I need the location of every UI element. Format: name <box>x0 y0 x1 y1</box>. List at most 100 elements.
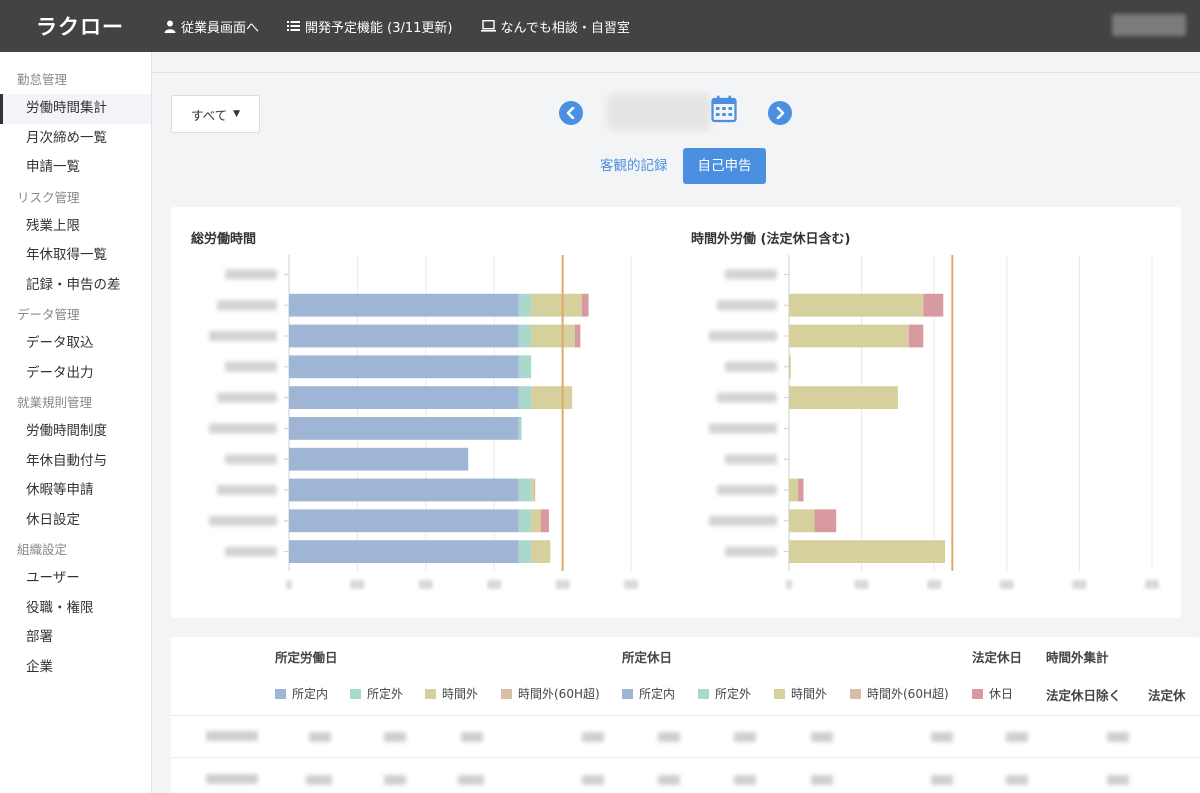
total-bar-segment <box>581 293 589 317</box>
main-content: すべて ▼ 客観的記録 自己申告 総労働時間 時間外労働 (法定休日含む) 所定… <box>152 52 1200 793</box>
next-month-button[interactable] <box>768 101 792 125</box>
legend-swatch <box>501 688 512 699</box>
tab-objective-record[interactable]: 客観的記録 <box>600 148 668 184</box>
table-cell <box>734 732 756 742</box>
overtime-category-label <box>725 546 777 557</box>
sidebar-item-overtime-limit[interactable]: 残業上限 <box>0 212 151 242</box>
app-logo[interactable]: ラクロー <box>36 11 164 41</box>
sidebar-item-data-export[interactable]: データ出力 <box>0 359 151 389</box>
total-bar-segment <box>289 540 519 563</box>
table-row[interactable] <box>171 758 1200 793</box>
overtime-bar-segment <box>789 386 898 409</box>
sidebar-item-paid-leave[interactable]: 年休取得一覧 <box>0 241 151 271</box>
total-bar-segment <box>574 324 581 348</box>
nav-employee-label: 従業員画面へ <box>181 20 260 36</box>
total-bar-segment <box>518 324 532 348</box>
total-bar-segment <box>289 478 519 502</box>
sidebar-item-auto-leave[interactable]: 年休自動付与 <box>0 447 151 477</box>
table-cell <box>458 775 484 785</box>
table-cell <box>1107 775 1129 785</box>
header-overtime-total: 時間外集計 <box>1046 650 1109 665</box>
nav-employee-screen[interactable]: 従業員画面へ <box>164 17 259 36</box>
sidebar-item-record-diff[interactable]: 記録・申告の差 <box>0 271 151 301</box>
sidebar-item-leave-requests[interactable]: 休暇等申請 <box>0 476 151 506</box>
table-cell <box>582 775 604 785</box>
sidebar-section-risk: リスク管理 <box>17 189 80 205</box>
table-row[interactable] <box>171 716 1200 757</box>
table-cell <box>658 775 680 785</box>
list-icon <box>287 20 301 32</box>
legend-a-within: 所定内 <box>275 685 328 702</box>
sidebar-section-rules: 就業規則管理 <box>17 395 93 410</box>
calendar-icon[interactable] <box>711 95 737 127</box>
tab-self-report[interactable]: 自己申告 <box>683 148 766 184</box>
sidebar-item-requests[interactable]: 申請一覧 <box>0 153 151 183</box>
sidebar-item-work-system[interactable]: 労働時間制度 <box>0 417 151 447</box>
employee-name-cell <box>206 731 258 741</box>
header-legal-holiday: 法定休日 <box>972 650 1023 665</box>
total-bar-segment <box>518 293 532 317</box>
sidebar-item-departments[interactable]: 部署 <box>0 623 151 653</box>
total-bar-segment <box>531 293 582 317</box>
total-bar-segment <box>289 355 519 379</box>
table-cell <box>384 732 406 742</box>
filter-dropdown-label: すべて <box>190 107 228 123</box>
table-cell <box>1107 732 1129 742</box>
user-menu[interactable] <box>1112 14 1186 36</box>
legend-label: 所定内 <box>292 687 329 701</box>
caret-down-icon: ▼ <box>233 109 241 119</box>
total-bar-segment <box>289 509 519 533</box>
total-bar-segment <box>289 293 519 317</box>
nav-consultation[interactable]: なんでも相談・自習室 <box>480 17 630 36</box>
total-bar-segment <box>531 540 551 563</box>
prev-month-button[interactable] <box>559 101 583 125</box>
filter-dropdown[interactable]: すべて ▼ <box>171 95 260 133</box>
total-bar-segment <box>518 509 532 533</box>
legend-label: 所定外 <box>367 687 404 701</box>
sidebar-item-holiday-settings[interactable]: 休日設定 <box>0 506 151 536</box>
total-category-label <box>217 392 277 403</box>
total-bar-segment <box>518 540 532 563</box>
legend-swatch <box>622 688 633 699</box>
overtime-bar-segment <box>789 293 924 317</box>
table-cell <box>734 775 756 785</box>
total-category-label <box>209 423 277 434</box>
total-x-tick-label <box>286 580 292 589</box>
sidebar-item-work-hours-summary[interactable]: 労働時間集計 <box>0 94 151 124</box>
overtime-category-label <box>717 485 777 495</box>
total-category-label <box>225 269 277 280</box>
total-bar-segment <box>531 324 575 348</box>
total-bar-segment <box>518 386 532 409</box>
nav-consultation-label: なんでも相談・自習室 <box>500 20 630 36</box>
legend-label: 時間外(60H超) <box>867 687 949 701</box>
overtime-category-label <box>725 454 777 465</box>
total-category-label <box>217 485 277 495</box>
sidebar-item-monthly-close[interactable]: 月次締め一覧 <box>0 124 151 154</box>
legend-b-within: 所定内 <box>622 685 675 702</box>
nav-planned-features[interactable]: 開発予定機能 (3/11更新) <box>287 17 453 36</box>
laptop-icon <box>480 20 496 32</box>
table-cell <box>811 775 833 785</box>
overtime-bar-segment <box>798 478 804 502</box>
sidebar-item-data-import[interactable]: データ取込 <box>0 329 151 359</box>
total-bar-segment <box>289 447 469 471</box>
overtime-category-label <box>709 423 777 434</box>
table-cell <box>384 775 406 785</box>
total-bar-segment <box>531 509 541 533</box>
legend-swatch <box>972 688 983 699</box>
total-bar-segment <box>531 478 534 502</box>
legend-label: 所定外 <box>715 687 752 701</box>
legend-label: 所定内 <box>639 687 676 701</box>
nav-planned-features-label: 開発予定機能 (3/11更新) <box>305 20 453 36</box>
sidebar-section-org: 組織設定 <box>17 542 68 557</box>
sidebar-item-roles[interactable]: 役職・権限 <box>0 594 151 624</box>
legend-b-outside: 所定外 <box>698 685 751 702</box>
sidebar-item-company[interactable]: 企業 <box>0 653 151 683</box>
legend-swatch <box>698 688 709 699</box>
month-display <box>608 94 710 130</box>
total-bar-segment <box>533 478 536 502</box>
sidebar-item-users[interactable]: ユーザー <box>0 564 151 594</box>
total-bar-segment <box>289 417 519 440</box>
overtime-bar-segment <box>814 509 837 533</box>
table-cell <box>1006 775 1028 785</box>
